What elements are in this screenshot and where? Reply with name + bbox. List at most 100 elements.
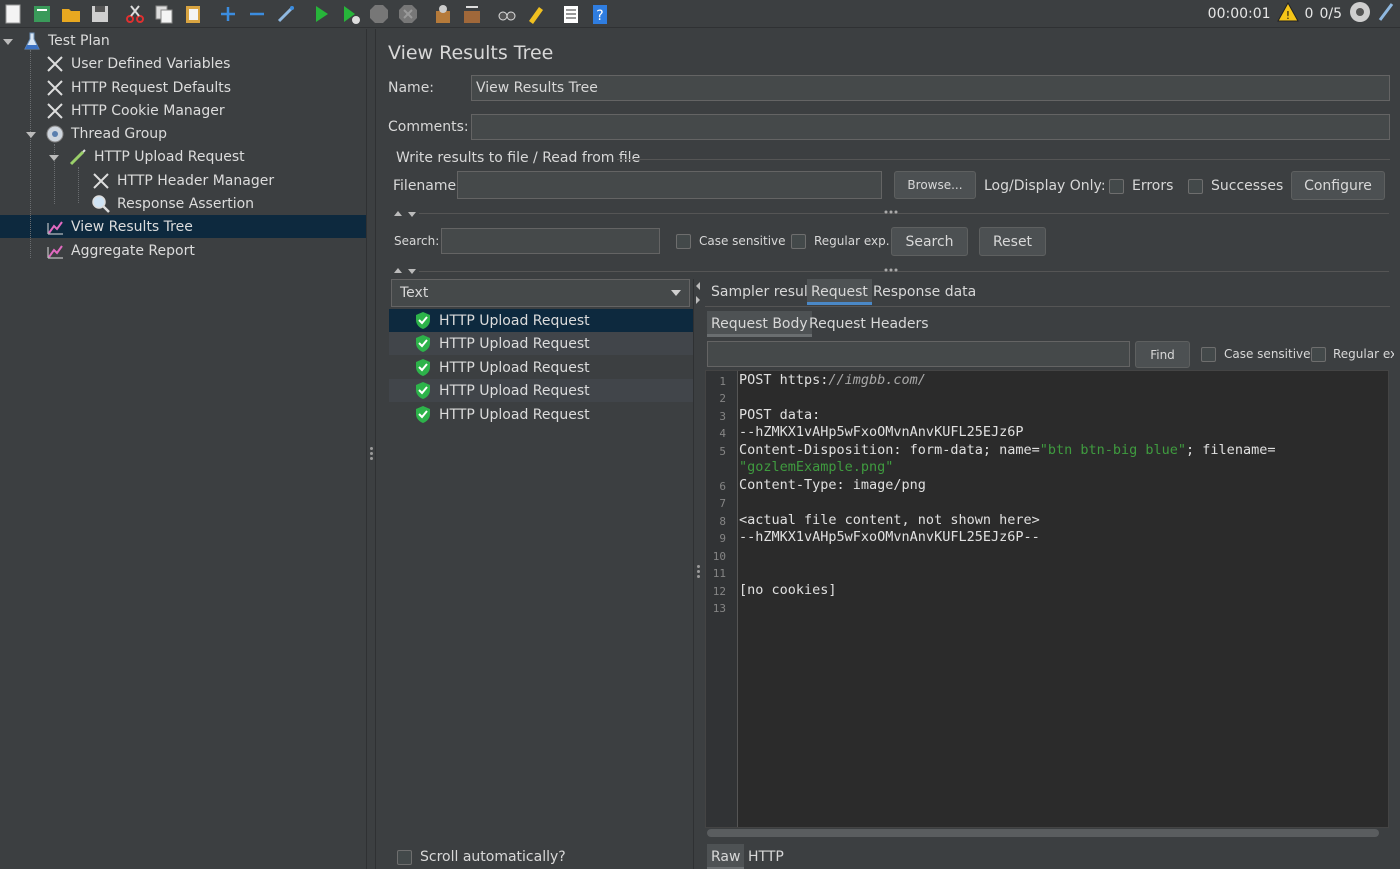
tree-item-http-cookie-manager[interactable]: HTTP Cookie Manager bbox=[45, 99, 225, 122]
tree-splitter[interactable] bbox=[366, 29, 376, 869]
tab-sampler-result[interactable]: Sampler result bbox=[707, 279, 817, 305]
name-input[interactable]: View Results Tree bbox=[471, 75, 1390, 101]
success-shield-icon bbox=[416, 312, 430, 329]
help-icon[interactable]: ? bbox=[587, 1, 613, 27]
magnifier-icon bbox=[91, 194, 111, 214]
find-button[interactable]: Find bbox=[1135, 341, 1190, 368]
expand-icon[interactable] bbox=[215, 1, 241, 27]
shutdown-icon[interactable] bbox=[395, 1, 421, 27]
code-line: POST data: bbox=[739, 407, 821, 423]
tab-request-headers[interactable]: Request Headers bbox=[805, 311, 933, 337]
paste-icon[interactable] bbox=[180, 1, 206, 27]
result-item[interactable]: HTTP Upload Request bbox=[389, 379, 693, 402]
find-input[interactable] bbox=[707, 341, 1130, 367]
comments-input[interactable] bbox=[471, 114, 1390, 140]
copy-icon[interactable] bbox=[151, 1, 177, 27]
tab-raw[interactable]: Raw bbox=[707, 844, 745, 869]
success-shield-icon bbox=[416, 406, 430, 423]
start-icon[interactable] bbox=[308, 1, 334, 27]
scroll-automatically-label: Scroll automatically? bbox=[420, 849, 566, 865]
comments-label: Comments: bbox=[388, 119, 469, 135]
templates-icon[interactable] bbox=[29, 1, 55, 27]
tree-item-aggregate-report[interactable]: Aggregate Report bbox=[45, 239, 195, 262]
result-item[interactable]: HTTP Upload Request bbox=[389, 356, 693, 379]
clear-icon[interactable] bbox=[430, 1, 456, 27]
reset-search-icon[interactable] bbox=[523, 1, 549, 27]
save-icon[interactable] bbox=[87, 1, 113, 27]
svg-text:!: ! bbox=[1285, 9, 1289, 22]
tree-item-view-results-tree[interactable]: View Results Tree bbox=[45, 215, 193, 238]
search-label: Search: bbox=[394, 234, 440, 248]
page-title: View Results Tree bbox=[388, 42, 554, 64]
toggle-icon[interactable] bbox=[273, 1, 299, 27]
case-sensitive-checkbox[interactable] bbox=[676, 234, 691, 249]
start-no-pauses-icon[interactable] bbox=[337, 1, 363, 27]
wrench-icon bbox=[45, 78, 65, 98]
function-helper-icon[interactable] bbox=[558, 1, 584, 27]
expand-arrow-icon[interactable] bbox=[26, 130, 36, 140]
scroll-automatically-checkbox[interactable] bbox=[397, 850, 412, 865]
toolbar: ? 00:00:01 ! 0 0/5 bbox=[0, 0, 1400, 28]
renderer-select[interactable]: Text bbox=[391, 279, 690, 307]
tree-line bbox=[78, 167, 79, 203]
collapse-icon[interactable] bbox=[244, 1, 270, 27]
warning-count: 0 bbox=[1304, 6, 1314, 22]
success-shield-icon bbox=[416, 382, 430, 399]
browse-button[interactable]: Browse... bbox=[894, 171, 976, 199]
new-icon[interactable] bbox=[0, 1, 26, 27]
filename-input[interactable] bbox=[457, 171, 882, 199]
search-icon[interactable] bbox=[494, 1, 520, 27]
horizontal-scrollbar[interactable] bbox=[707, 829, 1379, 837]
regular-exp-checkbox[interactable] bbox=[791, 234, 806, 249]
line-number-gutter: 1 2 3 4 5 6 7 8 9 10 11 12 13 bbox=[706, 371, 738, 827]
reset-button[interactable]: Reset bbox=[979, 227, 1046, 256]
request-body-editor[interactable]: 1 2 3 4 5 6 7 8 9 10 11 12 13 POST https… bbox=[705, 370, 1389, 828]
gear-icon bbox=[45, 124, 65, 144]
errors-checkbox[interactable] bbox=[1109, 179, 1124, 194]
search-button[interactable]: Search bbox=[891, 227, 968, 256]
cut-icon[interactable] bbox=[122, 1, 148, 27]
splitter-arrows-icon[interactable] bbox=[695, 281, 701, 307]
detail-case-sensitive-checkbox[interactable] bbox=[1201, 347, 1216, 362]
remote-icon bbox=[1348, 0, 1372, 28]
code-line: Content-Disposition: form-data; name="bt… bbox=[739, 442, 1276, 458]
flask-icon bbox=[22, 31, 42, 51]
clear-all-icon[interactable] bbox=[459, 1, 485, 27]
tab-request-body[interactable]: Request Body bbox=[707, 311, 812, 337]
splitter-grip-icon[interactable] bbox=[883, 209, 899, 215]
results-list: HTTP Upload Request HTTP Upload Request … bbox=[389, 309, 693, 869]
result-item[interactable]: HTTP Upload Request bbox=[389, 403, 693, 426]
expand-arrow-icon[interactable] bbox=[3, 37, 13, 47]
collapse-arrows-icon[interactable] bbox=[393, 267, 417, 275]
successes-label: Successes bbox=[1211, 178, 1284, 194]
tree-item-http-header-manager[interactable]: HTTP Header Manager bbox=[91, 169, 274, 192]
tree-item-response-assertion[interactable]: Response Assertion bbox=[91, 192, 254, 215]
results-splitter[interactable] bbox=[693, 279, 703, 869]
open-icon[interactable] bbox=[58, 1, 84, 27]
detail-case-sensitive-label: Case sensitive bbox=[1224, 347, 1311, 361]
splitter-grip-icon[interactable] bbox=[883, 267, 899, 273]
result-item[interactable]: HTTP Upload Request bbox=[389, 309, 693, 332]
successes-checkbox[interactable] bbox=[1188, 179, 1203, 194]
filename-label: Filename bbox=[393, 178, 457, 194]
detail-regular-exp-checkbox[interactable] bbox=[1311, 347, 1326, 362]
tree-item-thread-group[interactable]: Thread Group bbox=[45, 122, 167, 145]
case-sensitive-label: Case sensitive bbox=[699, 234, 786, 248]
tree-line bbox=[30, 50, 31, 258]
tree-item-user-defined-variables[interactable]: User Defined Variables bbox=[45, 52, 230, 75]
tab-http[interactable]: HTTP bbox=[744, 844, 788, 869]
tree-item-test-plan[interactable]: Test Plan bbox=[22, 29, 110, 52]
expand-arrow-icon[interactable] bbox=[49, 153, 59, 163]
tree-item-http-upload-request[interactable]: HTTP Upload Request bbox=[68, 145, 245, 168]
configure-button[interactable]: Configure bbox=[1291, 171, 1385, 200]
sampler-pen-icon bbox=[68, 147, 88, 167]
result-item[interactable]: HTTP Upload Request bbox=[389, 332, 693, 355]
search-input[interactable] bbox=[441, 228, 660, 254]
stop-icon[interactable] bbox=[366, 1, 392, 27]
tab-response-data[interactable]: Response data bbox=[869, 279, 980, 305]
tab-request[interactable]: Request bbox=[807, 279, 872, 305]
warning-icon[interactable]: ! bbox=[1276, 1, 1299, 26]
wrench-icon bbox=[91, 171, 111, 191]
tree-item-http-request-defaults[interactable]: HTTP Request Defaults bbox=[45, 76, 231, 99]
collapse-arrows-icon[interactable] bbox=[393, 210, 417, 218]
